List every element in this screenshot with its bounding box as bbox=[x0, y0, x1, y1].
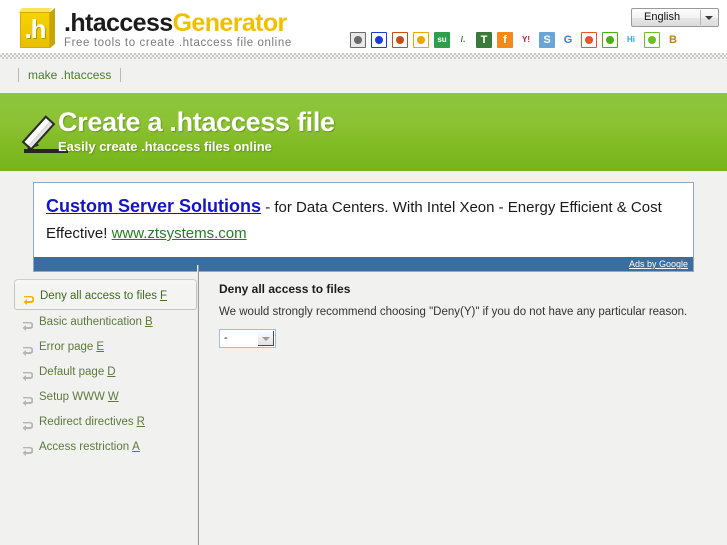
language-select[interactable]: English bbox=[631, 8, 719, 27]
sidebar-item-accesskey: R bbox=[136, 416, 145, 428]
content-area: Deny all access to files F Basic authentic… bbox=[0, 265, 727, 545]
slashdot-icon[interactable]: /. bbox=[455, 32, 471, 48]
sidebar-item-label: Default page bbox=[39, 366, 105, 378]
furl-icon[interactable]: f bbox=[497, 32, 513, 48]
page-subtitle: Easily create .htaccess files online bbox=[58, 139, 272, 154]
chevron-down-icon bbox=[705, 16, 713, 20]
page-title: Create a .htaccess file bbox=[58, 107, 335, 137]
logo-title-htaccess: .htaccess bbox=[64, 9, 173, 37]
nav-divider-right bbox=[120, 68, 122, 82]
yahoo-buzz-icon[interactable]: Y! bbox=[518, 32, 534, 48]
sidebar-item-accesskey: A bbox=[132, 441, 140, 453]
sidebar-item-label: Deny all access to files bbox=[40, 290, 157, 302]
nav-item-make-htaccess[interactable]: make .htaccess bbox=[19, 68, 120, 82]
delicious-icon[interactable] bbox=[371, 32, 387, 48]
sidebar-item-deny-all-access-to-files[interactable]: Deny all access to files F bbox=[14, 284, 197, 310]
sidebar-item-redirect-directives[interactable]: Redirect directives R bbox=[14, 410, 197, 435]
arrow-return-icon bbox=[21, 417, 34, 431]
sidebar-item-label: Basic authentication bbox=[39, 316, 142, 328]
tailrank-icon[interactable] bbox=[644, 32, 660, 48]
advertisement: Custom Server Solutions - for Data Cente… bbox=[33, 182, 694, 272]
sidebar-item-label: Redirect directives bbox=[39, 416, 134, 428]
arrow-return-icon bbox=[21, 442, 34, 456]
banner-text: Create a .htaccess file Easily create .h… bbox=[58, 107, 335, 155]
ad-headline-link[interactable]: Custom Server Solutions bbox=[46, 196, 261, 216]
sidebar-item-default-page[interactable]: Default page D bbox=[14, 360, 197, 385]
sidebar-item-label: Error page bbox=[39, 341, 94, 353]
site-logo[interactable]: .h .htaccessGenerator Free tools to crea… bbox=[16, 6, 291, 50]
sidebar-menu: Deny all access to files F Basic authentic… bbox=[14, 279, 197, 460]
social-bookmark-icons: su /. Tf Y! S G Hi B bbox=[350, 31, 681, 49]
main-panel: Deny all access to files We would strong… bbox=[219, 281, 699, 348]
language-selector-wrap: English bbox=[631, 8, 719, 27]
page-banner: Create a .htaccess file Easily create .h… bbox=[0, 93, 727, 171]
sidebar-item-setup-www[interactable]: Setup WWW W bbox=[14, 385, 197, 410]
sidebar-item-label: Setup WWW bbox=[39, 391, 105, 403]
sidebar-item-accesskey: B bbox=[144, 316, 153, 328]
arrow-return-icon bbox=[21, 367, 34, 381]
arrow-return-icon bbox=[21, 392, 34, 406]
sidebar-item-accesskey: E bbox=[96, 341, 105, 353]
nav-items: make .htaccess bbox=[18, 68, 122, 82]
sidebar-item-accesskey: W bbox=[107, 391, 119, 403]
ad-url-link[interactable]: www.ztsystems.com bbox=[112, 225, 247, 242]
sidebar-item-accesskey: D bbox=[107, 366, 116, 378]
htaccess-box-icon: .h bbox=[16, 7, 58, 50]
deny-access-select[interactable]: - bbox=[219, 329, 276, 348]
digg-icon[interactable] bbox=[392, 32, 408, 48]
newsvine-icon[interactable] bbox=[581, 32, 597, 48]
section-title: Deny all access to files bbox=[219, 282, 351, 296]
primary-nav: make .htaccess bbox=[0, 59, 727, 93]
sidebar-item-access-restriction[interactable]: Access restriction A bbox=[14, 435, 197, 460]
logo-title-generator: Generator bbox=[172, 9, 288, 37]
deny-access-select-value: - bbox=[224, 332, 228, 344]
chevron-down-icon bbox=[258, 331, 274, 346]
logo-box-letter: .h bbox=[24, 14, 46, 44]
google-bookmarks-icon[interactable]: G bbox=[560, 32, 576, 48]
feed-play-icon[interactable] bbox=[602, 32, 618, 48]
language-select-divider bbox=[700, 10, 701, 25]
section-description: We would strongly recommend choosing "De… bbox=[219, 306, 688, 318]
logo-subtitle: Free tools to create .htaccess file onli… bbox=[64, 37, 292, 49]
sidebar-item-label: Access restriction bbox=[39, 441, 130, 453]
sidebar-item-error-page[interactable]: Error page E bbox=[14, 335, 197, 360]
mixx-icon[interactable] bbox=[413, 32, 429, 48]
site-header: .h .htaccessGenerator Free tools to crea… bbox=[0, 0, 727, 53]
technorati-icon[interactable]: T bbox=[476, 32, 492, 48]
sidebar-item-accesskey: F bbox=[159, 290, 167, 302]
stumbleupon-icon[interactable]: su bbox=[434, 32, 450, 48]
hi5-icon[interactable]: Hi bbox=[623, 32, 639, 48]
arrow-return-icon bbox=[21, 342, 34, 356]
language-select-value: English bbox=[644, 11, 681, 23]
content-vertical-divider bbox=[197, 265, 199, 545]
logo-wordmark: .htaccessGenerator Free tools to create … bbox=[64, 10, 292, 49]
blinklist-icon[interactable]: B bbox=[665, 32, 681, 48]
sidebar-item-basic-authentication[interactable]: Basic authentication B bbox=[14, 310, 197, 335]
arrow-return-icon bbox=[21, 317, 34, 331]
sidebar-item-list: Deny all access to files F Basic authentic… bbox=[14, 284, 197, 460]
arrow-return-icon bbox=[22, 291, 35, 305]
addthis-icon[interactable] bbox=[350, 32, 366, 48]
ad-body: Custom Server Solutions - for Data Cente… bbox=[34, 183, 693, 257]
logo-title: .htaccessGenerator bbox=[64, 10, 292, 36]
simpy-icon[interactable]: S bbox=[539, 32, 555, 48]
